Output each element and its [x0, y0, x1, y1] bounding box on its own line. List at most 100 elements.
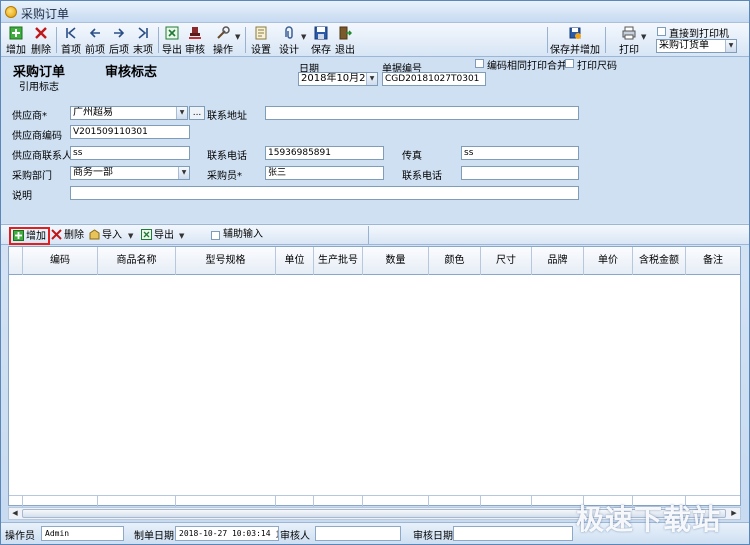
- column-header[interactable]: 商品名称: [98, 247, 176, 275]
- supplier-value: 广州超易: [73, 107, 113, 118]
- title-bar: 采购订单: [1, 1, 749, 23]
- supplier-contact-field[interactable]: ss: [70, 146, 190, 160]
- fax-label: 传真: [402, 151, 422, 162]
- column-header[interactable]: 颜色: [429, 247, 481, 275]
- audit-button[interactable]: 审核: [183, 25, 207, 56]
- supplier-select[interactable]: 广州超易 ▼: [70, 106, 188, 120]
- chevron-down-icon[interactable]: ▼: [176, 107, 187, 119]
- phone2-field[interactable]: [461, 166, 579, 180]
- fax-field[interactable]: ss: [461, 146, 579, 160]
- operate-icon: [217, 26, 230, 39]
- merge-print-label: 编码相同打印合并: [487, 61, 567, 72]
- main-toolbar: 增加 删除 首项 前项 后项 末项 导出 审核 操作 ▼ 设置 设计 ▼ 保存 …: [1, 23, 749, 57]
- column-header[interactable]: 数量: [363, 247, 429, 275]
- operator-value: Admin: [41, 526, 124, 541]
- column-header[interactable]: 单价: [584, 247, 633, 275]
- dept-select[interactable]: 商务一部 ▼: [70, 166, 190, 180]
- phone-field[interactable]: 15936985891: [265, 146, 384, 160]
- next-button[interactable]: 后项: [107, 25, 131, 56]
- create-date-value: 2018-10-27 10:03:14 ji: [175, 526, 279, 541]
- reference-flag: 引用标志: [19, 82, 59, 93]
- grid-add-button[interactable]: 增加: [9, 227, 50, 245]
- contact-address-field[interactable]: [265, 106, 579, 120]
- buyer-field[interactable]: 张三: [265, 166, 384, 180]
- window-title: 采购订单: [21, 7, 70, 21]
- toolbar-separator: [245, 27, 246, 53]
- grid-delete-button[interactable]: 删除: [51, 228, 84, 243]
- chevron-down-icon[interactable]: ▼: [178, 167, 189, 179]
- print-template-select[interactable]: 采购订货单 ▼: [656, 39, 737, 53]
- purchase-order-window: 采购订单 增加 删除 首项 前项 后项 末项 导出 审核 操作 ▼ 设置 设计 …: [0, 0, 750, 545]
- export-dropdown-icon[interactable]: ▼: [179, 232, 184, 240]
- grid-export-button[interactable]: 导出: [141, 228, 174, 243]
- exit-button[interactable]: 退出: [333, 25, 357, 56]
- chevron-down-icon[interactable]: ▼: [725, 40, 736, 52]
- column-header[interactable]: 生产批号: [314, 247, 363, 275]
- first-button[interactable]: 首项: [59, 25, 83, 56]
- excel-icon: [165, 26, 179, 40]
- save-and-add-button[interactable]: 保存并增加: [550, 25, 600, 56]
- design-dropdown-icon[interactable]: ▼: [301, 33, 306, 41]
- phone-label: 联系电话: [207, 151, 247, 162]
- print-size-label: 打印尺码: [577, 61, 617, 72]
- note-field[interactable]: [70, 186, 579, 200]
- audit-date-label: 审核日期: [413, 531, 453, 542]
- prev-button[interactable]: 前项: [83, 25, 107, 56]
- doc-no-field[interactable]: CGD20181027T0301: [382, 72, 486, 86]
- toolbar-separator: [547, 27, 548, 53]
- watermark: 极速下载站: [576, 503, 722, 536]
- column-header[interactable]: 含税金额: [633, 247, 686, 275]
- assist-input-checkbox[interactable]: [211, 231, 220, 240]
- column-header[interactable]: 尺寸: [481, 247, 532, 275]
- grid-import-label: 导入: [102, 230, 122, 241]
- phone2-label: 联系电话: [402, 171, 442, 182]
- settings-button[interactable]: 设置: [249, 25, 273, 56]
- print-dropdown-icon[interactable]: ▼: [641, 33, 646, 41]
- grid-import-button[interactable]: 导入: [89, 228, 122, 243]
- audit-date-value: [453, 526, 573, 541]
- audit-flag: 审核标志: [105, 65, 158, 80]
- auditor-label: 审核人: [280, 531, 310, 542]
- column-header[interactable]: 型号规格: [176, 247, 276, 275]
- column-header[interactable]: 单位: [276, 247, 314, 275]
- operate-button[interactable]: 操作: [210, 25, 236, 56]
- add-button[interactable]: 增加: [4, 25, 28, 56]
- note-label: 说明: [12, 191, 32, 202]
- save-add-icon: [569, 27, 581, 39]
- supplier-lookup-button[interactable]: ...: [189, 106, 205, 120]
- scroll-right-icon[interactable]: ▶: [728, 508, 740, 519]
- delete-button[interactable]: 删除: [29, 25, 53, 56]
- print-size-checkbox[interactable]: [565, 59, 574, 68]
- export-button[interactable]: 导出: [160, 25, 184, 56]
- import-dropdown-icon[interactable]: ▼: [128, 232, 133, 240]
- calendar-dropdown-icon[interactable]: ▼: [366, 73, 377, 85]
- excel-icon: [141, 229, 152, 240]
- table-header: 编码 商品名称 型号规格 单位 生产批号 数量 颜色 尺寸 品牌 单价 含税金额…: [9, 247, 740, 275]
- contact-address-label: 联系地址: [207, 111, 247, 122]
- save-button[interactable]: 保存: [309, 25, 333, 56]
- design-button[interactable]: 设计: [277, 25, 301, 56]
- supplier-contact-label: 供应商联系人: [12, 151, 72, 162]
- row-indicator-header: [9, 247, 23, 275]
- app-icon: [5, 6, 17, 18]
- scroll-left-icon[interactable]: ◀: [9, 508, 21, 519]
- items-table[interactable]: 编码 商品名称 型号规格 单位 生产批号 数量 颜色 尺寸 品牌 单价 含税金额…: [8, 246, 741, 507]
- direct-print-label: 直接到打印机: [669, 29, 729, 40]
- floppy-disk-icon: [314, 26, 328, 40]
- operate-dropdown-icon[interactable]: ▼: [235, 33, 240, 41]
- toolbar-separator: [56, 27, 57, 53]
- prev-record-icon: [89, 28, 100, 38]
- column-header[interactable]: 备注: [686, 247, 740, 275]
- merge-print-checkbox[interactable]: [475, 59, 484, 68]
- create-date-label: 制单日期: [134, 531, 174, 542]
- next-record-icon: [114, 28, 125, 38]
- exit-icon: [339, 26, 352, 40]
- column-header[interactable]: 编码: [23, 247, 98, 275]
- direct-print-checkbox[interactable]: [657, 27, 666, 36]
- column-header[interactable]: 品牌: [532, 247, 584, 275]
- date-picker[interactable]: 2018年10月27日 ▼: [298, 72, 378, 86]
- last-button[interactable]: 末项: [131, 25, 155, 56]
- print-button[interactable]: 打印: [617, 25, 641, 56]
- dept-value: 商务一部: [73, 167, 113, 178]
- supplier-code-field[interactable]: V201509110301: [70, 125, 190, 139]
